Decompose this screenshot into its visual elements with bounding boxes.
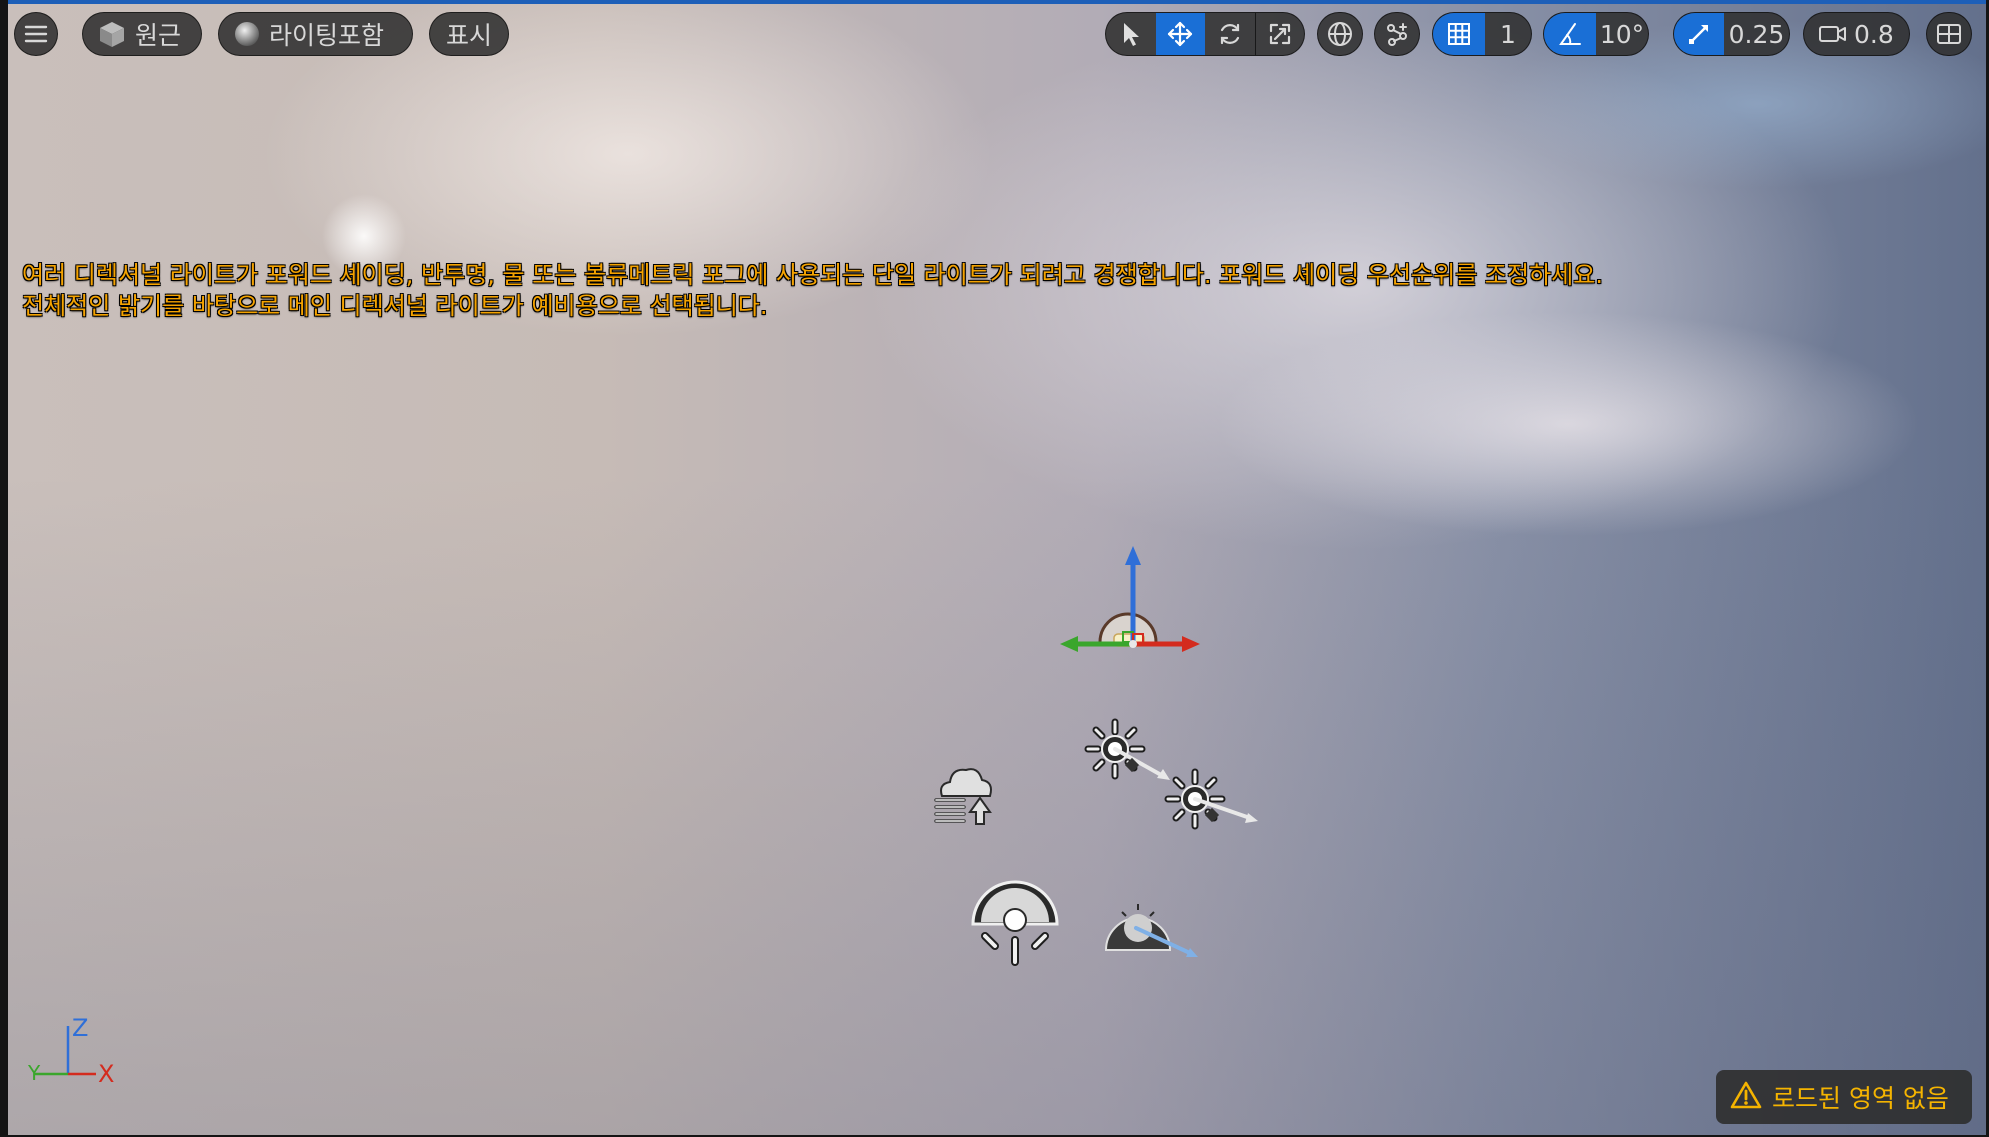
lighting-mode-label: 라이팅포함 — [269, 21, 385, 50]
surface-snap-toggle[interactable] — [1374, 12, 1420, 56]
sphere-icon — [233, 20, 261, 48]
axis-z-label: Z — [72, 1014, 89, 1042]
translate-tool-button[interactable] — [1155, 13, 1205, 55]
viewport-menu-button[interactable] — [14, 12, 58, 56]
cube-icon — [97, 19, 127, 49]
view-mode-button[interactable]: 원근 — [82, 12, 202, 56]
hamburger-icon — [23, 23, 49, 45]
scale-snap-toggle[interactable] — [1674, 13, 1724, 55]
show-flags-label: 표시 — [445, 21, 492, 50]
fog-icon[interactable] — [928, 758, 998, 828]
rotate-icon — [1217, 21, 1243, 47]
warning-icon — [1730, 1080, 1762, 1114]
world-local-toggle[interactable] — [1317, 12, 1363, 56]
rotate-tool-button[interactable] — [1205, 13, 1255, 55]
view-mode-label: 원근 — [135, 21, 182, 50]
translate-gizmo[interactable] — [1040, 540, 1220, 660]
camera-speed-button[interactable]: 0.8 — [1803, 12, 1910, 56]
rotation-snap-group: 10° — [1543, 12, 1649, 56]
viewport-layout-button[interactable] — [1926, 12, 1972, 56]
grid-icon — [1446, 21, 1472, 47]
angle-icon — [1557, 21, 1583, 47]
sky-atmosphere-icon[interactable] — [1100, 892, 1200, 962]
axis-y-label: Y — [28, 1061, 41, 1085]
rotation-snap-value[interactable]: 10° — [1596, 13, 1648, 55]
globe-icon — [1326, 20, 1354, 48]
axis-indicator: Z Y X — [20, 1010, 120, 1090]
show-flags-button[interactable]: 표시 — [429, 12, 509, 56]
warning-line-1: 여러 디렉셔널 라이트가 포워드 셰이딩, 반투명, 물 또는 볼류메트릭 포그… — [22, 261, 1603, 289]
grid-snap-group: 1 — [1432, 12, 1532, 56]
rotation-snap-toggle[interactable] — [1544, 13, 1596, 55]
select-tool-button[interactable] — [1106, 13, 1156, 55]
axis-x-label: X — [98, 1060, 115, 1088]
gizmo-x-arrow[interactable] — [1182, 636, 1200, 652]
grid-snap-toggle[interactable] — [1433, 13, 1485, 55]
directional-light-icon-2[interactable] — [1155, 768, 1265, 848]
viewport-focus-border — [0, 0, 1989, 4]
grid-snap-value[interactable]: 1 — [1485, 13, 1531, 55]
gizmo-y-arrow[interactable] — [1060, 636, 1078, 652]
move-icon — [1166, 20, 1194, 48]
scale-snap-group: 0.25 — [1673, 12, 1790, 56]
camera-speed-value: 0.8 — [1854, 19, 1894, 49]
warning-line-2: 전체적인 밝기를 바탕으로 메인 디렉셔널 라이트가 예비용으로 선택됩니다. — [22, 292, 768, 320]
viewport-layout-icon — [1936, 22, 1962, 46]
world-partition-status[interactable]: 로드된 영역 없음 — [1716, 1070, 1972, 1124]
viewport-left-border — [0, 0, 8, 1137]
sky-light-icon[interactable] — [965, 878, 1065, 970]
surface-snap-icon — [1383, 20, 1411, 48]
transform-tools-group — [1105, 12, 1305, 56]
lighting-mode-button[interactable]: 라이팅포함 — [218, 12, 413, 56]
no-regions-loaded-label: 로드된 영역 없음 — [1772, 1084, 1949, 1113]
cursor-icon — [1120, 21, 1142, 47]
scale-icon — [1267, 21, 1293, 47]
scale-tool-button[interactable] — [1254, 13, 1305, 55]
directional-light-warning: 여러 디렉셔널 라이트가 포워드 셰이딩, 반투명, 물 또는 볼류메트릭 포그… — [22, 260, 1603, 322]
scale-snap-value[interactable]: 0.25 — [1724, 13, 1789, 55]
camera-icon — [1818, 22, 1848, 46]
scale-snap-icon — [1686, 21, 1712, 47]
gizmo-z-arrow[interactable] — [1125, 546, 1141, 565]
